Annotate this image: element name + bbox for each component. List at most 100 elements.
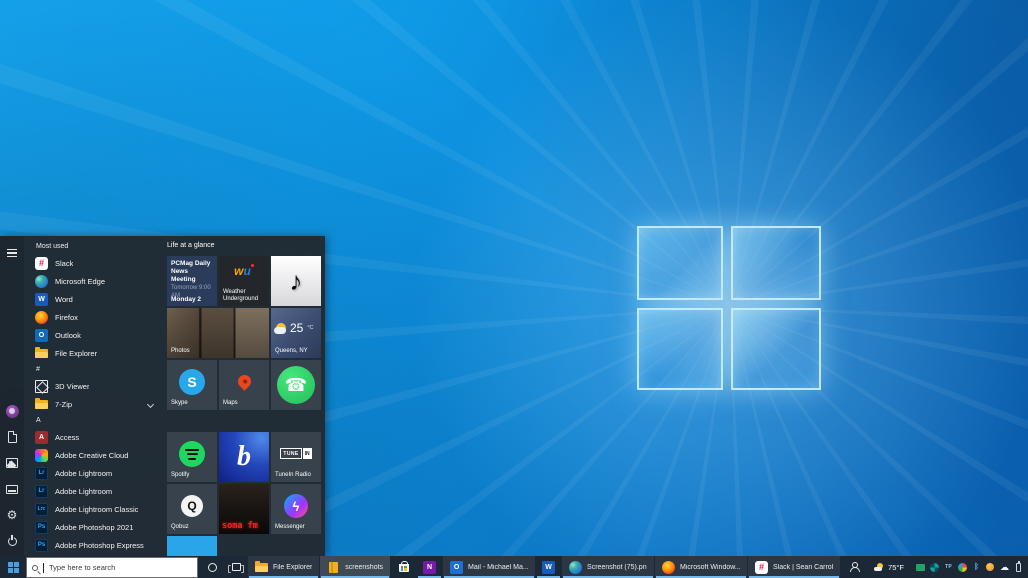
app-item-firefox[interactable]: Firefox [24,308,163,326]
bluetooth-icon[interactable]: ᛒ [972,563,981,572]
firefox-icon [662,561,675,574]
wu-logo: wu [219,264,269,278]
tile-somafm[interactable]: soma fm [219,484,269,534]
search-box[interactable]: Type here to search [26,557,198,578]
tile-partial[interactable] [167,536,217,556]
partly-cloudy-icon [276,323,286,333]
tile-photos[interactable]: Photos [167,308,269,358]
tile-music-player[interactable]: ♪ [271,256,321,306]
app-item-adobe-photoshop-express[interactable]: Ps Adobe Photoshop Express [24,536,163,554]
tile-label: Maps [223,400,238,407]
start-tiles-panel: Life at a glance PCMag Daily News Meetin… [163,236,325,556]
taskbar: Type here to search File Explorer screen… [0,556,1028,578]
taskbar-app-label: screenshots [345,564,383,571]
app-item-7-zip[interactable]: 7-Zip [24,395,163,413]
taskbar-app-slack[interactable]: # Slack | Sean Carrol... [748,556,840,578]
app-item-label: 3D Viewer [55,382,89,391]
amber-dot-icon[interactable] [986,563,995,572]
slack-icon: # [755,561,768,574]
app-item-outlook[interactable]: O Outlook [24,326,163,344]
a-section-header: A [24,413,163,428]
map-pin-icon [235,372,253,390]
tile-whatsapp[interactable]: ☎ [271,360,321,410]
taskbar-temperature: 75°F [888,563,904,572]
documents-button[interactable] [4,429,20,445]
app-item-adobe-photoshop-2021[interactable]: Ps Adobe Photoshop 2021 [24,518,163,536]
pinwheel-icon[interactable] [930,563,939,572]
tile-spotify[interactable]: Spotify [167,432,217,482]
microsoft-store-icon [397,561,410,574]
taskbar-app-firefox[interactable]: Microsoft Window... [655,556,747,578]
tile-label: Qobuz [171,524,189,531]
cortana-button[interactable] [200,556,224,578]
app-item-3d-viewer[interactable]: 3D Viewer [24,377,163,395]
tile-b-app[interactable]: b [219,432,269,482]
app-item-label: Firefox [55,313,78,322]
account-button[interactable] [4,403,20,419]
weather-condition: 25 °C [276,321,314,335]
taskbar-app-mail[interactable]: O Mail - Michael Ma... [443,556,535,578]
tile-group-title[interactable]: Life at a glance [167,239,321,253]
onedrive-cloud-icon[interactable]: ☁ [1000,563,1009,572]
power-button[interactable] [4,533,20,549]
7-zip-icon [35,398,48,411]
taskbar-app-onenote[interactable]: N [417,556,442,578]
pictures-button[interactable] [4,455,20,471]
skype-icon: S [179,369,205,395]
most-used-header: Most used [24,239,163,254]
taskbar-app-file-explorer[interactable]: File Explorer [248,556,319,578]
tile-maps[interactable]: Maps [219,360,269,410]
start-button[interactable] [0,556,26,578]
app-item-access[interactable]: A Access [24,428,163,446]
windows-logo-pane [731,308,821,390]
lightroom-icon: Lr [35,467,48,480]
windows-logo-pane [637,308,723,390]
tile-weather-underground[interactable]: wu Weather Underground [219,256,269,306]
green-app-icon[interactable] [916,563,925,572]
tile-skype[interactable]: S Skype [167,360,217,410]
expand-menu-button[interactable] [4,245,20,261]
search-placeholder: Type here to search [49,563,115,572]
app-item-adobe-creative-cloud[interactable]: Adobe Creative Cloud [24,446,163,464]
weather-button[interactable]: 75°F [867,556,911,578]
app-item-label: Microsoft Edge [55,277,105,286]
app-item-microsoft-edge[interactable]: Microsoft Edge [24,272,163,290]
task-view-button[interactable] [224,556,248,578]
tile-messenger[interactable]: ϟ Messenger [271,484,321,534]
app-item-adobe-lightroom[interactable]: Lr Adobe Lightroom [24,464,163,482]
app-item-word[interactable]: W Word [24,290,163,308]
app-item-slack[interactable]: # Slack [24,254,163,272]
taskbar-app-microsoft-store[interactable] [391,556,416,578]
people-icon [849,562,859,572]
colorful-circle-icon[interactable] [958,563,967,572]
search-icon [32,565,38,571]
people-button[interactable] [841,556,867,578]
start-app-list: Most used # Slack Microsoft Edge W Word … [24,236,163,556]
tile-weather-queens[interactable]: 25 °C Queens, NY [271,308,321,358]
task-view-icon [232,563,241,571]
taskbar-app-word[interactable]: W [536,556,561,578]
taskbar-app-screenshots[interactable]: screenshots [320,556,390,578]
tile-calendar-pcmag[interactable]: PCMag Daily News Meeting Tomorrow 9:00 A… [167,256,217,306]
tp-icon[interactable]: TP [944,563,953,572]
cortana-icon [208,563,217,572]
edge-icon [569,561,582,574]
tile-qobuz[interactable]: Q Qobuz [167,484,217,534]
app-item-file-explorer[interactable]: File Explorer [24,344,163,362]
calendar-event-title: PCMag Daily News Meeting [171,260,213,284]
app-item-label: Adobe Creative Cloud [55,451,128,460]
settings-button[interactable]: ⚙ [4,507,20,523]
firefox-icon [35,311,48,324]
videos-button[interactable] [4,481,20,497]
music-note-icon: ♪ [290,266,303,297]
app-item-adobe-lightroom-classic[interactable]: Lrc Adobe Lightroom Classic [24,500,163,518]
app-item-adobe-lightroom-2[interactable]: Lr Adobe Lightroom [24,482,163,500]
file-explorer-icon [255,561,268,574]
app-item-label: Adobe Photoshop Express [55,541,144,550]
edge-icon [35,275,48,288]
power-icon [8,537,17,546]
tile-tunein-radio[interactable]: TUNEIN TuneIn Radio [271,432,321,482]
windows-logo [637,226,825,394]
usb-icon[interactable] [1014,563,1023,572]
taskbar-app-edge-screenshot[interactable]: Screenshot (75).pn... [562,556,654,578]
